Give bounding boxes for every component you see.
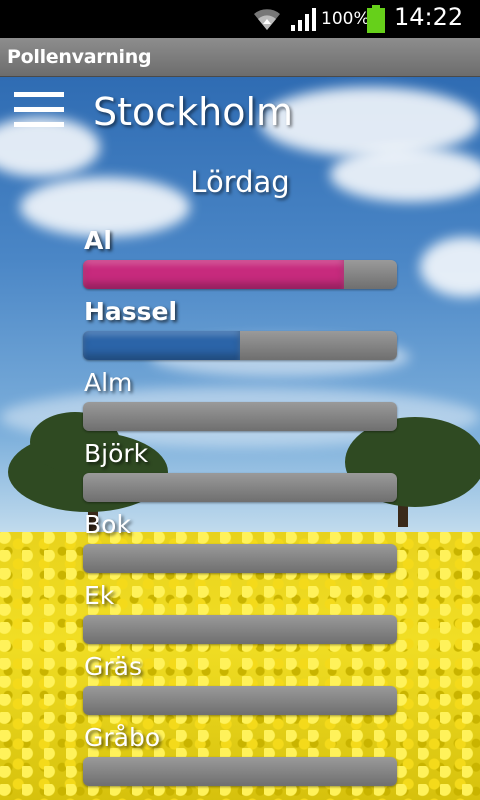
- pollen-level-bar: [83, 686, 397, 715]
- pollen-label: Ek: [84, 581, 115, 610]
- pollen-label: Gråbo: [84, 723, 161, 752]
- day-label: Lördag: [190, 165, 290, 199]
- pollen-level-bar: [83, 615, 397, 644]
- pollen-label: Al: [84, 226, 112, 255]
- clock: 14:22: [394, 3, 464, 31]
- pollen-level-bar: [83, 473, 397, 502]
- city-name: Stockholm: [93, 90, 294, 134]
- pollen-label: Gräs: [84, 652, 142, 681]
- pollen-level-fill: [83, 260, 344, 289]
- battery-icon: [367, 5, 385, 33]
- signal-icon: [291, 8, 316, 31]
- status-bar: 100% 14:22: [0, 0, 480, 38]
- battery-percent: 100%: [321, 9, 370, 29]
- wifi-icon: [254, 9, 280, 31]
- pollen-level-bar: [83, 757, 397, 786]
- menu-icon[interactable]: [14, 92, 64, 128]
- pollen-label: Björk: [84, 439, 149, 468]
- pollen-label: Hassel: [84, 297, 178, 326]
- pollen-level-bar: [83, 260, 397, 289]
- pollen-level-bar: [83, 331, 397, 360]
- pollen-level-fill: [83, 331, 240, 360]
- pollen-label: Bok: [84, 510, 131, 539]
- pollen-level-bar: [83, 402, 397, 431]
- pollen-level-bar: [83, 544, 397, 573]
- app-title-bar: Pollenvarning: [0, 38, 480, 77]
- app-title: Pollenvarning: [7, 46, 152, 68]
- pollen-label: Alm: [84, 368, 133, 397]
